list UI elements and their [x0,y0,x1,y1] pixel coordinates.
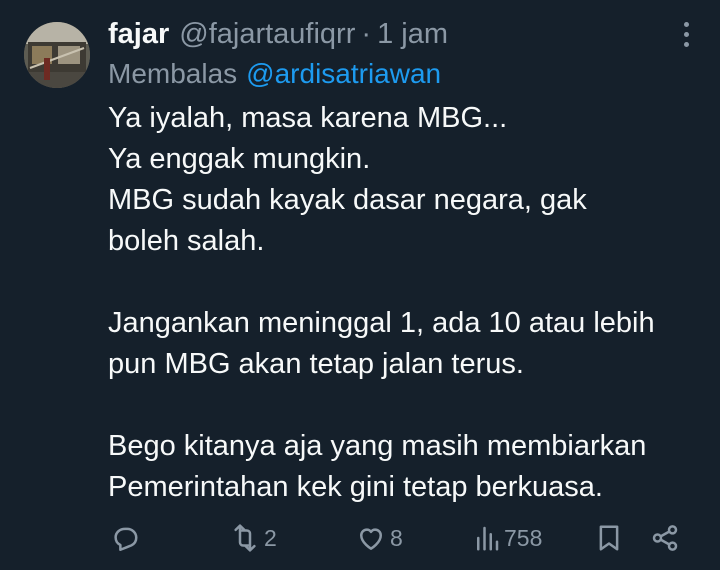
more-dot-icon [683,21,689,27]
author-name[interactable]: fajar [108,18,169,51]
tweet-text-line: boleh salah. [108,225,265,257]
paragraph-break [108,262,698,303]
views-count: 758 [504,524,543,551]
reply-icon [114,527,138,551]
share-icon [652,525,678,551]
tweet-text-line: MBG sudah kayak dasar negara, gak [108,184,587,216]
tweet-text-line: pun MBG akan tetap jalan terus. [108,348,524,380]
replying-to-label: Membalas [108,58,238,89]
avatar[interactable] [24,22,90,88]
tweet-text-line: Ya enggak mungkin. [108,143,371,175]
heart-icon [360,528,382,550]
more-options-button[interactable] [668,16,704,52]
retweet-count: 2 [264,524,277,551]
replying-to: Membalas @ardisatriawan [108,56,441,92]
tweet-text-line: Bego kitanya aja yang masih membiarkan [108,430,647,462]
tweet: fajar @fajartaufiqrr · 1 jam Membalas @a… [0,0,720,570]
tweet-text: Ya iyalah, masa karena MBG... Ya enggak … [108,98,698,508]
views-button[interactable]: 758 [474,516,542,560]
bookmark-icon [599,525,619,551]
more-dot-icon [683,31,689,37]
share-button[interactable] [650,516,680,560]
tweet-header: fajar @fajartaufiqrr · 1 jam [108,14,668,54]
meta-separator: · [361,17,372,50]
tweet-text-line: Ya iyalah, masa karena MBG... [108,102,508,134]
action-bar: 2 8 758 [0,516,720,560]
like-count: 8 [390,524,403,551]
retweet-icon [234,524,256,552]
reply-button[interactable] [110,516,140,560]
retweet-button[interactable]: 2 [230,516,277,560]
bookmark-button[interactable] [594,516,624,560]
author-handle[interactable]: @fajartaufiqrr [179,18,355,51]
views-icon [477,526,499,551]
paragraph-break [108,385,698,426]
tweet-text-line: Pemerintahan kek gini tetap berkuasa. [108,471,603,503]
tweet-timestamp[interactable]: 1 jam [377,18,448,51]
like-button[interactable]: 8 [356,516,403,560]
avatar-photo [24,22,90,88]
tweet-text-line: Jangankan meninggal 1, ada 10 atau lebih [108,307,655,339]
reply-mention-link[interactable]: @ardisatriawan [246,58,441,90]
more-dot-icon [683,41,689,47]
